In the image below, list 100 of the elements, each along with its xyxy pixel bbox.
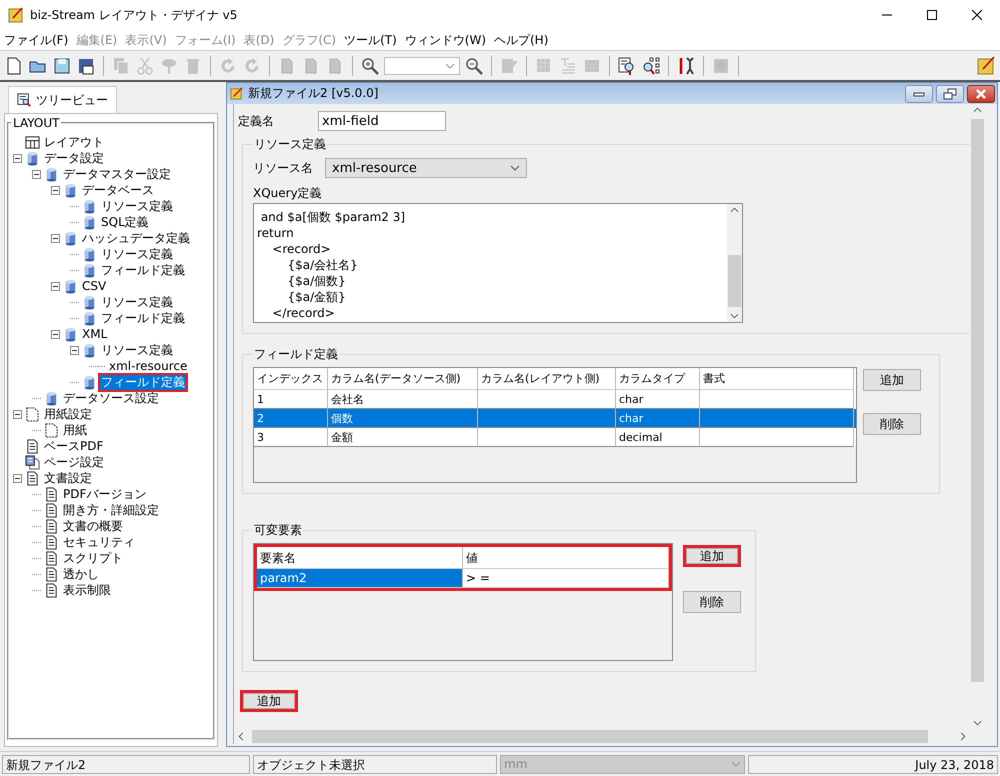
page-icon (25, 406, 40, 422)
collapse-icon[interactable] (32, 170, 41, 178)
tree-item[interactable]: CSV (81, 278, 108, 294)
collapse-icon[interactable] (13, 474, 22, 482)
restore-button[interactable] (936, 84, 964, 102)
tree-item[interactable]: 用紙設定 (43, 406, 93, 422)
tree-item[interactable]: XML (81, 326, 108, 342)
close-button[interactable] (967, 84, 995, 102)
tree-item[interactable]: データマスター設定 (62, 166, 172, 182)
edit-mode-icon[interactable] (976, 56, 996, 76)
database-icon (63, 278, 78, 294)
scrollbar[interactable] (727, 204, 742, 322)
documents-icon (25, 454, 40, 470)
tree-item[interactable]: ベースPDF (43, 438, 104, 454)
tree-item[interactable]: 文書の概要 (62, 518, 124, 534)
tree-view-tab[interactable]: ツリービュー (8, 86, 117, 113)
tree-item[interactable]: ハッシュデータ定義 (81, 230, 191, 246)
scroll-up-icon[interactable] (973, 107, 982, 113)
field-label: リソース名 (253, 160, 314, 176)
tree-view-icon (17, 93, 31, 107)
table-row[interactable]: 1 会社名 char (254, 390, 856, 409)
table-row[interactable]: 3 金額 decimal (254, 428, 856, 447)
database-icon (82, 214, 97, 230)
close-icon[interactable] (971, 9, 983, 21)
tree-item[interactable]: リソース定義 (100, 198, 174, 214)
query-text-area[interactable]: and $a[個数 $param2 3] return <record> {$a/会社名} {$a/個数} {$a/金額} </record> (253, 203, 743, 323)
tree-item[interactable]: データベース (81, 182, 155, 198)
collapse-icon[interactable] (51, 186, 60, 194)
add-button[interactable]: 追加 (683, 545, 741, 567)
tree-item[interactable]: フィールド定義 (100, 262, 186, 278)
collapse-icon[interactable] (13, 154, 22, 162)
tree-item[interactable]: 表示制限 (62, 582, 112, 598)
delete-button[interactable]: 削除 (863, 413, 921, 435)
database-icon (82, 294, 97, 310)
field-label: XQuery定義 (253, 185, 323, 202)
page-icon (44, 422, 59, 438)
delete-button[interactable]: 削除 (683, 591, 741, 613)
table-row[interactable]: param2 > = (257, 569, 669, 588)
tree-item[interactable]: レイアウト (43, 134, 105, 150)
database-icon (82, 198, 97, 214)
tree-item[interactable]: 開き方・詳細設定 (62, 502, 160, 518)
collapse-icon[interactable] (51, 330, 60, 338)
scroll-right-icon[interactable] (960, 732, 966, 741)
database-icon (63, 326, 78, 342)
caret-icon (731, 761, 741, 767)
menu-item[interactable]: ウィンドウ(W) (404, 32, 486, 48)
database-icon (25, 150, 40, 166)
tree-item[interactable]: リソース定義 (100, 294, 174, 310)
add-button[interactable]: 追加 (240, 690, 298, 712)
resource-dropdown[interactable]: xml-resource (325, 158, 527, 178)
scroll-up-icon[interactable] (730, 207, 739, 213)
tree-item[interactable]: リソース定義 (100, 342, 174, 358)
scroll-left-icon[interactable] (238, 732, 244, 741)
table-cell: param2 (257, 569, 463, 588)
group-label: LAYOUT (12, 116, 60, 130)
tree-item[interactable]: リソース定義 (100, 246, 174, 262)
table-cell: > = (463, 569, 669, 588)
collapse-icon[interactable] (70, 346, 79, 354)
tree-item[interactable]: フィールド定義 (98, 372, 188, 392)
add-button[interactable]: 追加 (863, 369, 921, 391)
definition-name-field[interactable]: xml-field (318, 111, 446, 131)
collapse-icon[interactable] (13, 410, 22, 418)
menu-item[interactable]: ツール(T) (344, 32, 397, 48)
window-title: biz-Stream レイアウト・デザイナ v5 (30, 6, 238, 24)
tree-item[interactable]: データソース設定 (62, 390, 160, 406)
tree-item[interactable]: SQL定義 (100, 214, 150, 230)
document-icon (44, 518, 59, 534)
zoom-out-icon[interactable] (464, 56, 484, 76)
database-icon (63, 230, 78, 246)
tree-search-icon[interactable] (641, 56, 661, 76)
table-row[interactable]: 2 個数 char (254, 409, 856, 428)
collapse-icon[interactable] (51, 282, 60, 290)
menu-item[interactable]: ヘルプ(H) (494, 32, 548, 48)
tree-item[interactable]: PDFバージョン (62, 486, 148, 502)
save-icon[interactable] (52, 56, 72, 76)
scroll-down-icon[interactable] (973, 720, 982, 726)
scroll-down-icon[interactable] (730, 313, 739, 319)
collapse-icon[interactable] (51, 234, 60, 242)
minimize-icon (912, 90, 926, 98)
table-cell: 金額 (328, 428, 478, 447)
document-icon (25, 438, 40, 454)
tree-item[interactable]: スクリプト (62, 550, 124, 566)
document-icon (44, 502, 59, 518)
document-title: 新規ファイル2 [v5.0.0] (248, 85, 378, 102)
minimize-button[interactable] (905, 84, 933, 102)
tree-item[interactable]: 透かし (62, 566, 100, 582)
tree-item[interactable]: 用紙 (62, 422, 88, 438)
menu-item[interactable]: ファイル(F) (4, 32, 68, 48)
database-icon (82, 246, 97, 262)
tree-item[interactable]: セキュリティ (62, 534, 136, 550)
tree-item[interactable]: データ設定 (43, 150, 105, 166)
table-cell: decimal (616, 428, 700, 447)
tree-item[interactable]: xml-resource (108, 358, 188, 374)
tree-item[interactable]: ページ設定 (43, 454, 105, 470)
tree-item[interactable]: フィールド定義 (100, 310, 186, 326)
status-text: July 23, 2018 (748, 754, 998, 774)
maximize-icon[interactable] (926, 9, 938, 21)
tree-item[interactable]: 文書設定 (43, 470, 93, 486)
table-cell: 3 (254, 428, 328, 447)
zoom-in-icon[interactable] (360, 56, 380, 76)
